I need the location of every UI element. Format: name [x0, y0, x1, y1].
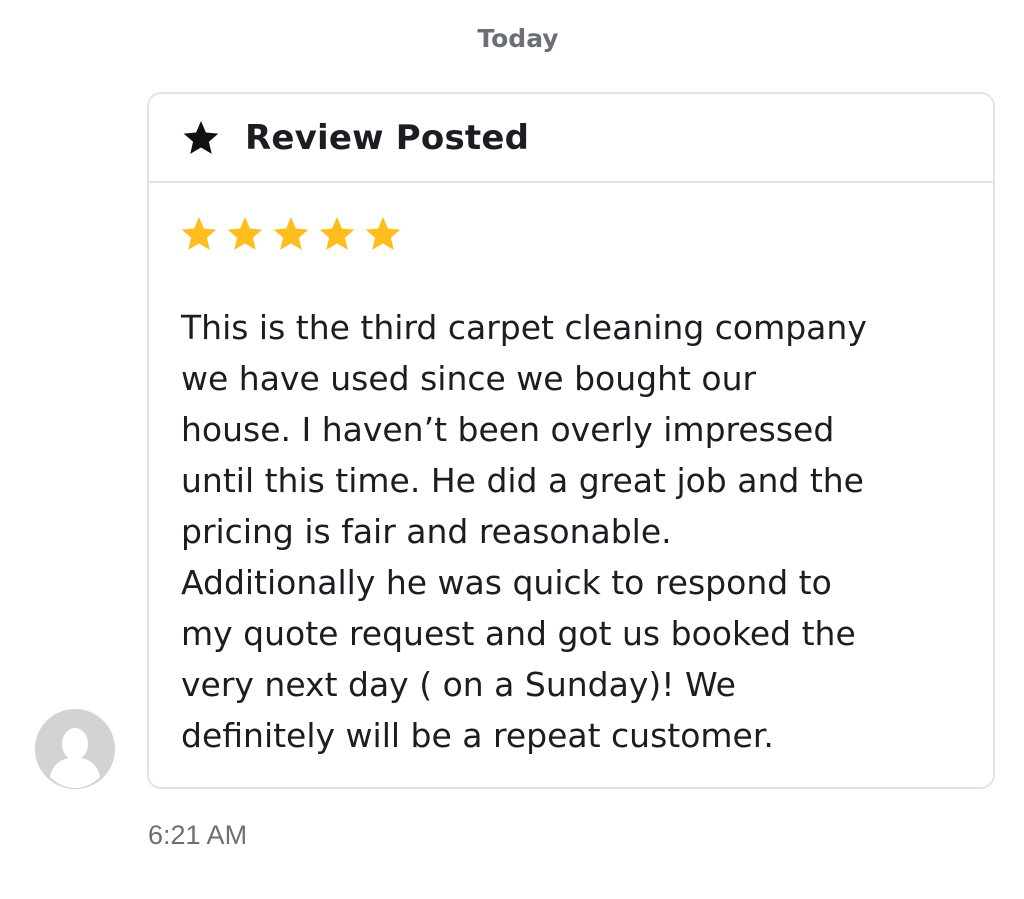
date-divider: Today — [477, 24, 559, 53]
sender-avatar[interactable] — [35, 709, 115, 789]
review-text: This is the third carpet cleaning compan… — [181, 308, 867, 755]
star-icon — [183, 120, 219, 154]
star-rating — [179, 214, 403, 254]
rating-star-icon — [319, 217, 355, 250]
rating-star-icon — [181, 217, 217, 250]
default-user-avatar-icon — [35, 709, 115, 789]
rating-star-icon — [273, 217, 309, 250]
card-header: Review Posted — [149, 94, 993, 183]
review-posted-card: Review Posted This is the third carpet c… — [147, 92, 995, 789]
message-timestamp: 6:21 AM — [148, 820, 248, 850]
card-title: Review Posted — [245, 117, 530, 158]
rating-star-icon — [365, 217, 401, 250]
rating-star-icon — [227, 217, 263, 250]
